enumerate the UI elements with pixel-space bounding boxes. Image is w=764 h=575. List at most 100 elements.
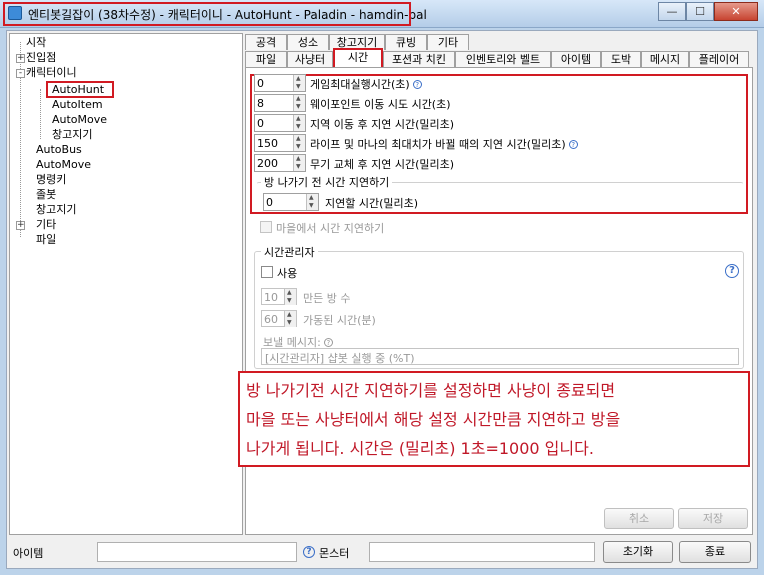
- game-max-run-spinner[interactable]: 0: [254, 74, 306, 92]
- leave-delay-spinner[interactable]: 0: [263, 193, 319, 211]
- setting-label: 라이프 및 마나의 최대치가 바뀔 때의 지연 시간(밀리초)?: [310, 136, 578, 152]
- tree-guide-line: [40, 89, 41, 139]
- setting-label: 지역 이동 후 지연 시간(밀리초): [310, 118, 455, 131]
- tab-time[interactable]: 시간: [333, 48, 383, 67]
- waypoint-retry-spinner[interactable]: 8: [254, 94, 306, 112]
- annotation-line: 마을 또는 사냥터에서 해당 설정 시간만큼 지연하고 방을: [246, 410, 621, 429]
- tree-item-entry[interactable]: 진입점: [26, 50, 56, 65]
- tab-cubing[interactable]: 큐빙: [385, 34, 427, 50]
- time-manager-group: 시간관리자 사용 ? 10 만든 방 수 60 가동된 시간(분) 보낼 메시지…: [254, 244, 744, 369]
- tree-item-stash[interactable]: 창고지기: [36, 202, 76, 217]
- time-manager-title: 시간관리자: [261, 244, 318, 260]
- runtime-label: 가동된 시간(분): [303, 314, 376, 327]
- tree-item-follow-bot[interactable]: 졸봇: [36, 187, 56, 202]
- item-status-label: 아이템: [13, 547, 44, 560]
- leave-delay-label: 지연할 시간(밀리초): [325, 197, 419, 210]
- help-icon[interactable]: ?: [323, 338, 333, 347]
- time-manager-use-checkbox[interactable]: [261, 266, 273, 278]
- message-input-value: [시간관리자] 샵봇 실행 중 (%T): [265, 352, 415, 365]
- rooms-made-spinner[interactable]: 10: [261, 288, 297, 305]
- help-icon[interactable]: ?: [725, 264, 739, 278]
- tab-shrine[interactable]: 성소: [287, 34, 329, 50]
- leave-room-group: 방 나가기 전 시간 지연하기 0 지연할 시간(밀리초): [256, 174, 744, 211]
- monster-status-label: 몬스터: [319, 547, 350, 560]
- exit-button[interactable]: 종료: [679, 541, 751, 563]
- help-icon[interactable]: ?: [412, 80, 422, 89]
- tree-item-misc[interactable]: 기타: [36, 217, 56, 232]
- setting-label: 게임최대실행시간(초)?: [310, 76, 422, 92]
- spinner-value: 0: [257, 117, 264, 130]
- save-button[interactable]: 저장: [678, 508, 748, 529]
- spinner-arrows-icon[interactable]: [293, 115, 305, 131]
- town-delay-label: 마을에서 시간 지연하기: [276, 222, 385, 235]
- spinner-value: 10: [264, 291, 278, 304]
- spinner-value: 8: [257, 97, 264, 110]
- spinner-arrows-icon[interactable]: [293, 135, 305, 151]
- tree-item-file[interactable]: 파일: [36, 232, 56, 247]
- spinner-value: 60: [264, 313, 278, 326]
- spinner-value: 150: [257, 137, 278, 150]
- close-window-button[interactable]: ✕: [714, 2, 758, 21]
- tree-item-stash-sub[interactable]: 창고지기: [52, 127, 92, 142]
- minimize-button[interactable]: —: [658, 2, 686, 21]
- maximize-button[interactable]: ☐: [686, 2, 714, 21]
- annotation-line: 방 나가기전 시간 지연하기를 설정하면 사냥이 종료되면: [246, 381, 616, 400]
- item-status-box: [97, 542, 297, 562]
- town-delay-checkbox[interactable]: [260, 221, 272, 233]
- leave-room-group-title: 방 나가기 전 시간 지연하기: [261, 174, 393, 190]
- tree-item-character[interactable]: 캐릭터이니: [26, 65, 77, 80]
- tree-item-autoitem[interactable]: AutoItem: [52, 97, 103, 112]
- tab-hunting-ground[interactable]: 사냥터: [287, 51, 333, 67]
- tab-attack[interactable]: 공격: [245, 34, 287, 50]
- spinner-value: 0: [266, 196, 273, 209]
- time-manager-use-label: 사용: [277, 267, 298, 280]
- tree-item-start[interactable]: 시작: [26, 35, 46, 50]
- spinner-arrows-icon[interactable]: [284, 311, 296, 327]
- tree-item-automove-sub[interactable]: AutoMove: [52, 112, 107, 127]
- spinner-arrows-icon[interactable]: [284, 289, 296, 305]
- annotation-box: 방 나가기전 시간 지연하기를 설정하면 사냥이 종료되면 마을 또는 사냥터에…: [238, 371, 750, 467]
- spinner-arrows-icon[interactable]: [293, 95, 305, 111]
- life-mana-delay-spinner[interactable]: 150: [254, 134, 306, 152]
- tab-gamble[interactable]: 도박: [601, 51, 641, 67]
- annotation-line: 나가게 됩니다. 시간은 (밀리초) 1초=1000 입니다.: [246, 439, 594, 458]
- spinner-arrows-icon[interactable]: [293, 155, 305, 171]
- setting-label: 웨이포인트 이동 시도 시간(초): [310, 98, 451, 111]
- autohunt-highlight: [46, 81, 114, 98]
- tab-player[interactable]: 플레이어: [689, 51, 749, 67]
- tree-item-automove[interactable]: AutoMove: [36, 157, 91, 172]
- label-text: 라이프 및 마나의 최대치가 바뀔 때의 지연 시간(밀리초): [310, 138, 566, 151]
- tree-item-hotkeys[interactable]: 명령키: [36, 172, 66, 187]
- tab-inventory-belt[interactable]: 인벤토리와 벨트: [455, 51, 551, 67]
- expand-icon[interactable]: +: [16, 221, 25, 230]
- tree-item-autobus[interactable]: AutoBus: [36, 142, 82, 157]
- spinner-value: 200: [257, 157, 278, 170]
- weapon-swap-delay-spinner[interactable]: 200: [254, 154, 306, 172]
- spinner-arrows-icon[interactable]: [293, 75, 305, 91]
- expand-icon[interactable]: +: [16, 54, 25, 63]
- help-icon[interactable]: ?: [568, 140, 578, 149]
- tab-message[interactable]: 메시지: [641, 51, 689, 67]
- area-move-delay-spinner[interactable]: 0: [254, 114, 306, 132]
- tab-potion-chicken[interactable]: 포션과 치킨: [383, 51, 455, 67]
- setting-label: 무기 교체 후 지연 시간(밀리초): [310, 158, 455, 171]
- reset-button[interactable]: 초기화: [603, 541, 673, 563]
- message-input[interactable]: [시간관리자] 샵봇 실행 중 (%T): [261, 348, 739, 365]
- collapse-icon[interactable]: -: [16, 69, 25, 78]
- title-highlight: [3, 2, 411, 26]
- help-icon[interactable]: ?: [303, 546, 315, 558]
- tab-item[interactable]: 아이템: [551, 51, 601, 67]
- settings-tree: 시작 + 진입점 - 캐릭터이니 AutoHunt AutoItem AutoM…: [9, 33, 243, 535]
- cancel-button[interactable]: 취소: [604, 508, 674, 529]
- tab-misc[interactable]: 기타: [427, 34, 469, 50]
- spinner-value: 0: [257, 77, 264, 90]
- monster-status-box: [369, 542, 595, 562]
- window-controls: — ☐ ✕: [658, 2, 758, 21]
- rooms-made-label: 만든 방 수: [303, 292, 351, 305]
- status-bar: 아이템 ? 몬스터 초기화 종료: [9, 541, 757, 563]
- spinner-arrows-icon[interactable]: [306, 194, 318, 210]
- main-client: 시작 + 진입점 - 캐릭터이니 AutoHunt AutoItem AutoM…: [6, 30, 758, 569]
- label-text: 게임최대실행시간(초): [310, 78, 410, 91]
- tab-file[interactable]: 파일: [245, 51, 287, 67]
- runtime-spinner[interactable]: 60: [261, 310, 297, 327]
